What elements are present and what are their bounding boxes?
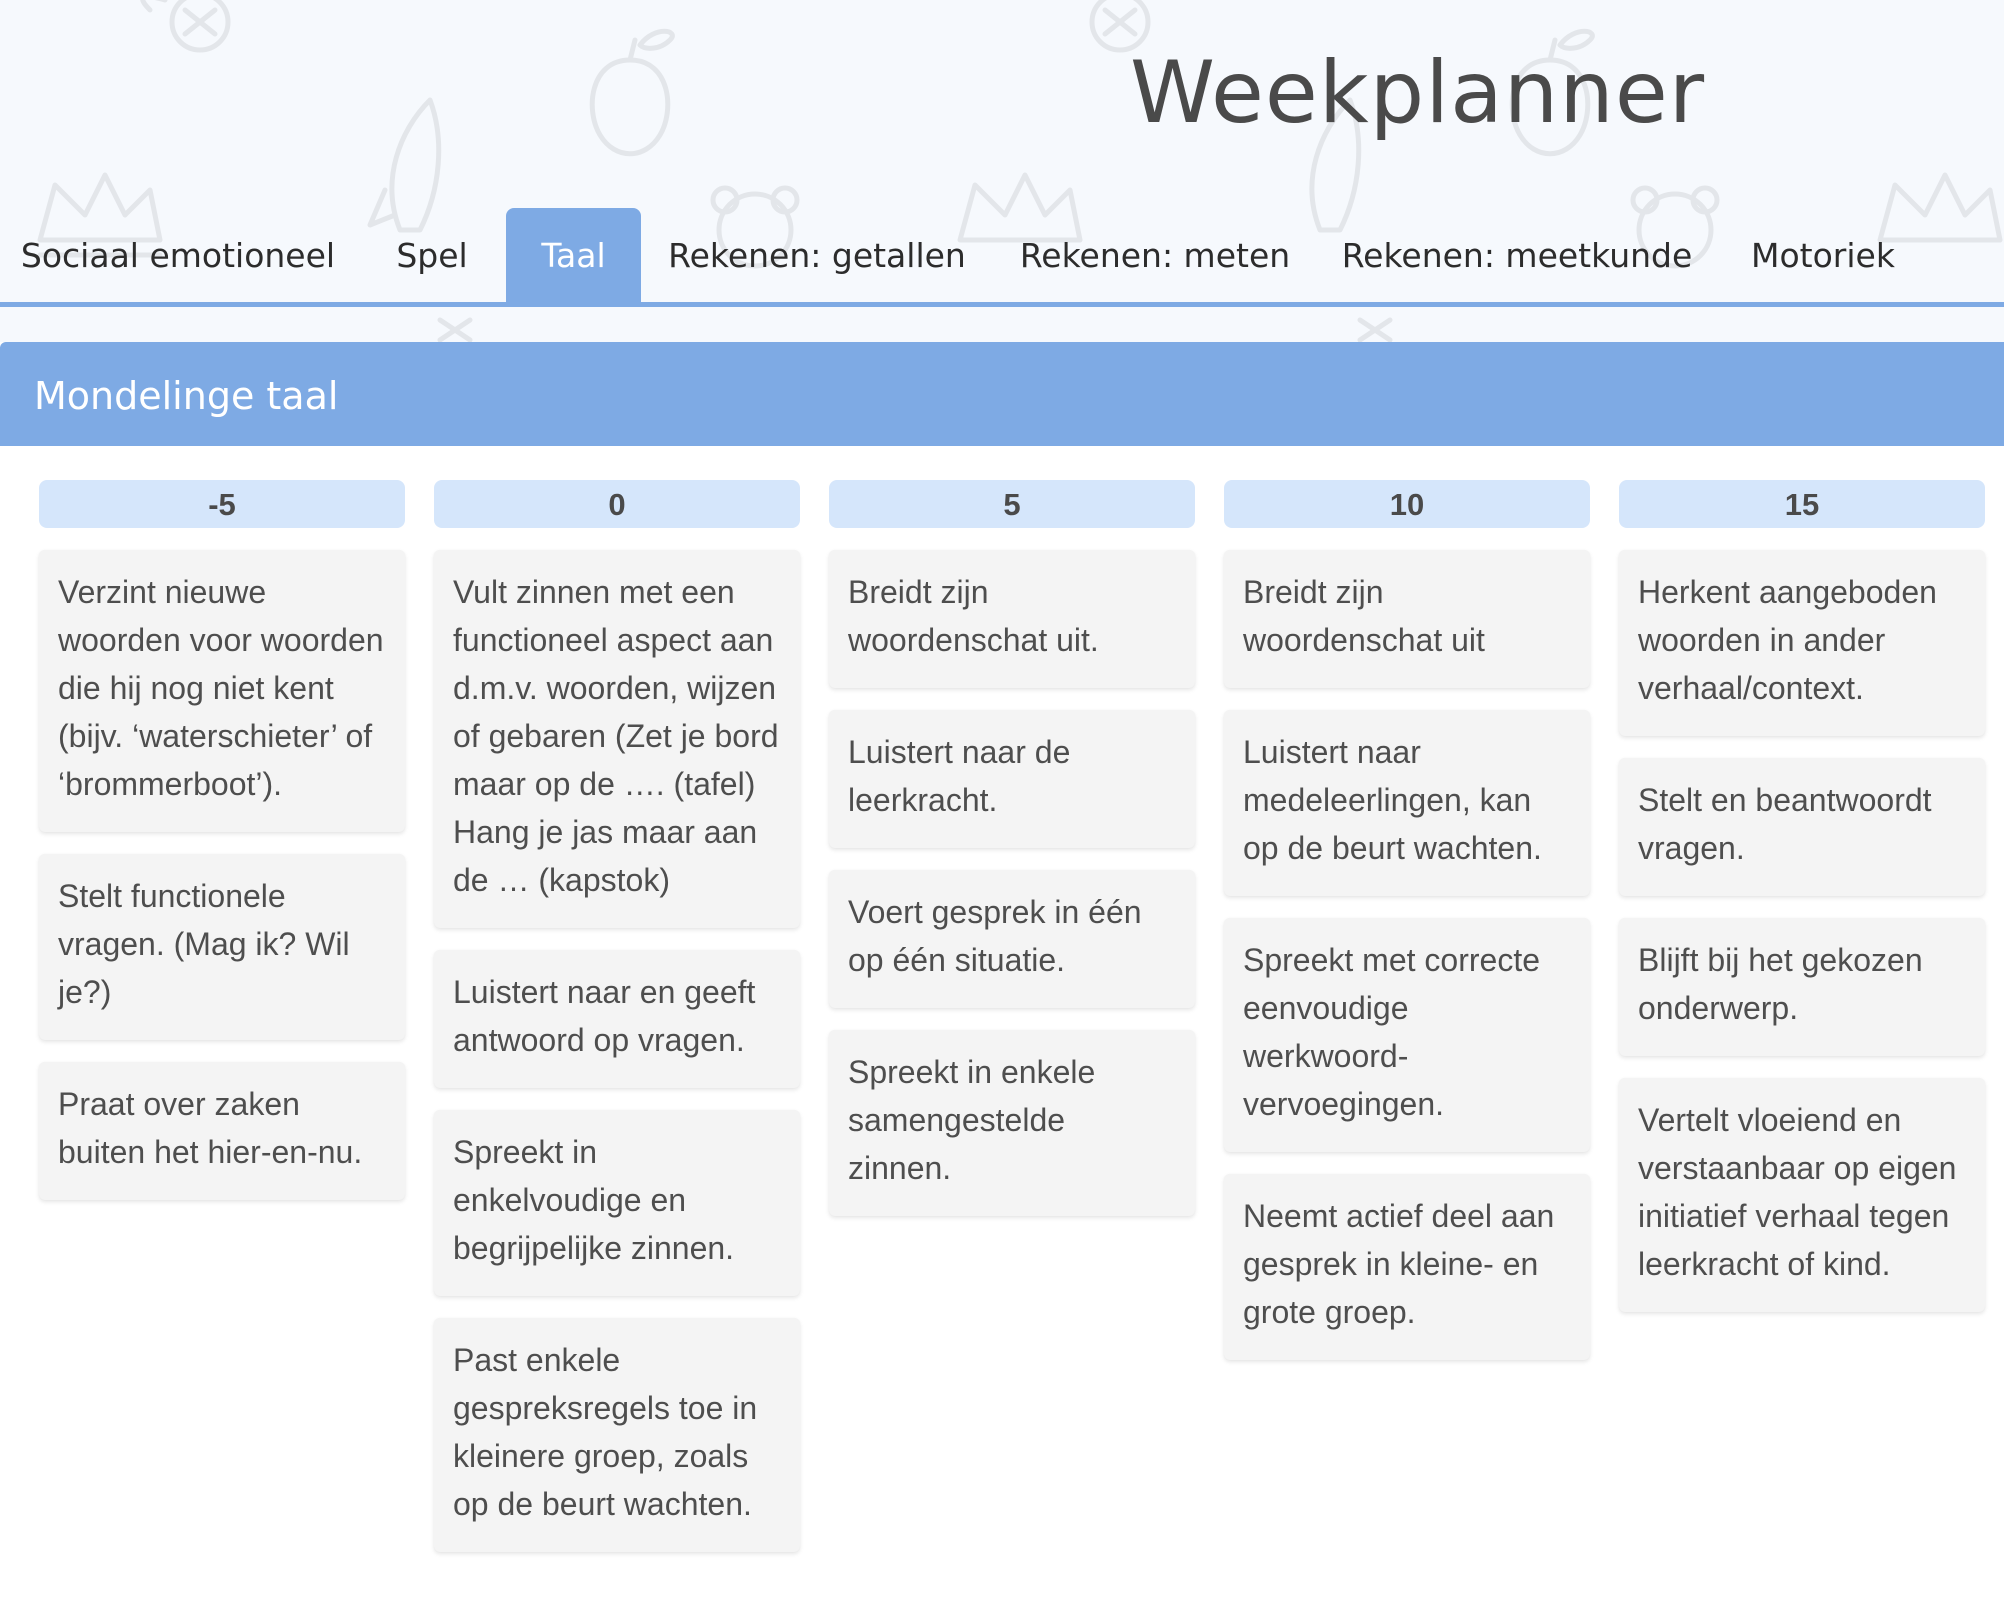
column-10: 10 Breidt zijn woordenschat uit Luistert… [1224,480,1590,1360]
column-header: 5 [829,480,1195,528]
column-header: 15 [1619,480,1985,528]
goal-card[interactable]: Spreekt met correcte eenvoudige werkwoor… [1224,918,1590,1152]
goal-card[interactable]: Verzint nieuwe woorden voor woorden die … [39,550,405,832]
goal-card[interactable]: Voert gesprek in één op één situatie. [829,870,1195,1008]
goal-card[interactable]: Luistert naar de leerkracht. [829,710,1195,848]
goal-card[interactable]: Vult zinnen met een functioneel aspect a… [434,550,800,928]
goal-card[interactable]: Praat over zaken buiten het hier-en-nu. [39,1062,405,1200]
goal-card[interactable]: Luistert naar medeleerlingen, kan op de … [1224,710,1590,896]
tab-motoriek[interactable]: Motoriek [1732,208,1914,304]
tab-spel[interactable]: Spel [372,208,492,304]
goal-card[interactable]: Spreekt in enkele samengestelde zinnen. [829,1030,1195,1216]
bee-doodle-icon [437,317,1393,342]
tab-rekenen-meten[interactable]: Rekenen: meten [1010,208,1300,304]
goal-card[interactable]: Blijft bij het gekozen onderwerp. [1619,918,1985,1056]
app-title: Weekplanner [1130,43,1706,143]
page-header: Weekplanner Sociaal emotioneel Spel Taal… [0,0,2004,342]
column-minus-5: -5 Verzint nieuwe woorden voor woorden d… [39,480,405,1200]
goal-card[interactable]: Past enkele gespreksregels toe in kleine… [434,1318,800,1552]
column-header: 10 [1224,480,1590,528]
goal-card[interactable]: Spreekt in enkelvoudige en begrijpelijke… [434,1110,800,1296]
bee-doodle-icon [140,0,231,53]
column-15: 15 Herkent aangeboden woorden in ander v… [1619,480,1985,1312]
column-header: -5 [39,480,405,528]
column-5: 5 Breidt zijn woordenschat uit. Luistert… [829,480,1195,1216]
goal-card[interactable]: Stelt functionele vragen. (Mag ik? Wil j… [39,854,405,1040]
tab-sociaal-emotioneel[interactable]: Sociaal emotioneel [0,208,356,304]
section-title: Mondelinge taal [34,374,339,418]
section-header: Mondelinge taal [0,342,2004,446]
goal-card[interactable]: Vertelt vloeiend en verstaanbaar op eige… [1619,1078,1985,1312]
column-0: 0 Vult zinnen met een functioneel aspect… [434,480,800,1552]
tab-taal[interactable]: Taal [506,208,641,304]
goal-card[interactable]: Stelt en beantwoordt vragen. [1619,758,1985,896]
goal-card[interactable]: Herkent aangeboden woorden in ander verh… [1619,550,1985,736]
apple-doodle-icon [589,28,675,157]
tab-rekenen-getallen[interactable]: Rekenen: getallen [656,208,978,304]
tab-bar: Sociaal emotioneel Spel Taal Rekenen: ge… [0,208,2004,304]
goal-card[interactable]: Breidt zijn woordenschat uit. [829,550,1195,688]
tab-underline [0,302,2004,307]
tab-rekenen-meetkunde[interactable]: Rekenen: meetkunde [1330,208,1704,304]
goal-card[interactable]: Neemt actief deel aan gesprek in kleine-… [1224,1174,1590,1360]
column-header: 0 [434,480,800,528]
goal-card[interactable]: Luistert naar en geeft antwoord op vrage… [434,950,800,1088]
goal-card[interactable]: Breidt zijn woordenschat uit [1224,550,1590,688]
